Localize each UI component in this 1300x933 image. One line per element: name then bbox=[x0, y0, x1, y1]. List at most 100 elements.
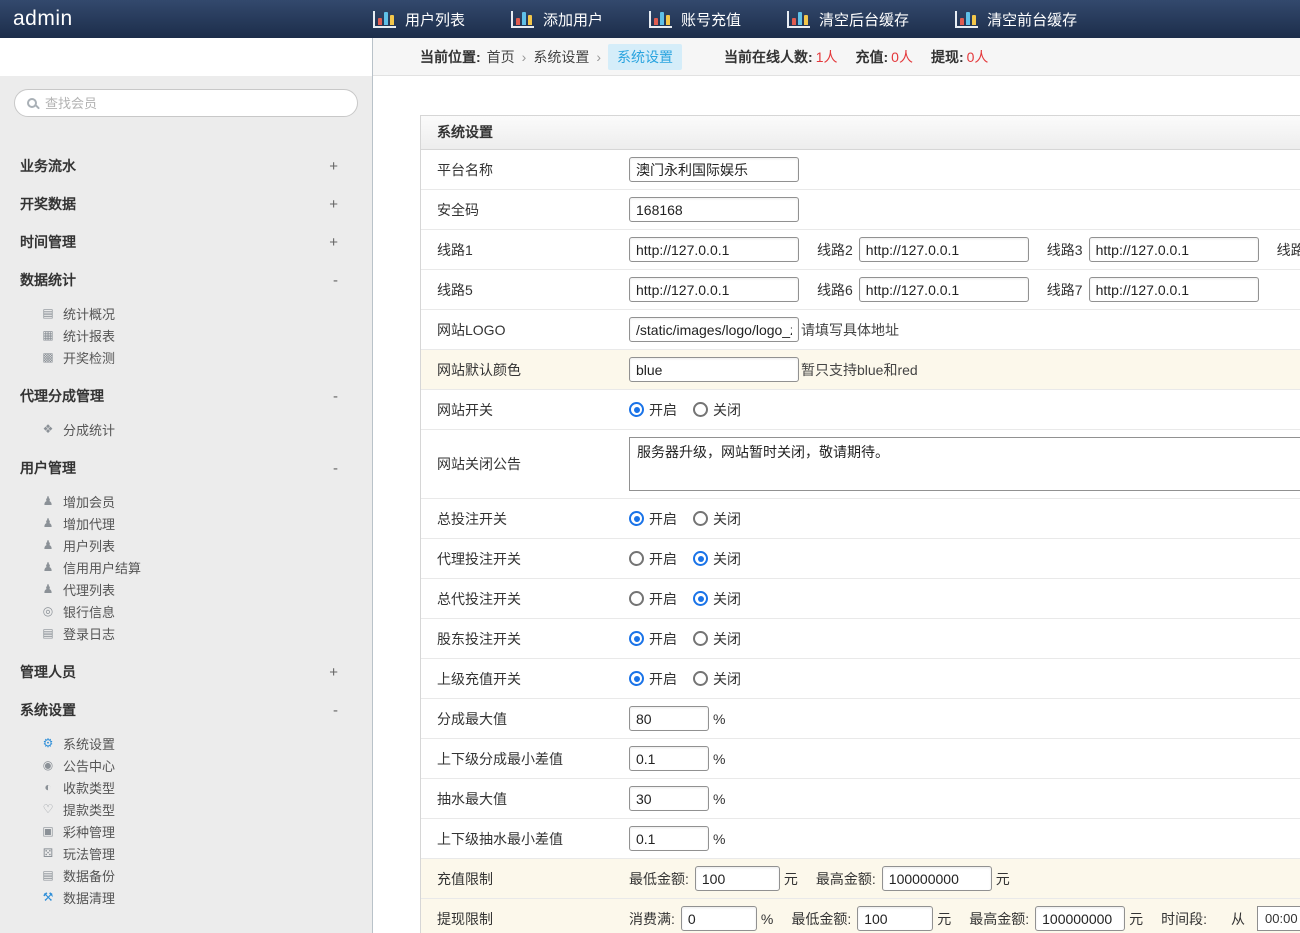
breadcrumb-item[interactable]: 系统设置 bbox=[608, 44, 682, 70]
breadcrumb-item[interactable]: 首页 bbox=[487, 47, 515, 67]
form-row: 上下级分成最小差值% bbox=[421, 739, 1300, 779]
radio-option[interactable]: 开启 bbox=[629, 589, 677, 609]
sidebar-item[interactable]: ◉公告中心 bbox=[0, 754, 372, 776]
radio-button[interactable] bbox=[693, 631, 708, 646]
sidebar-item[interactable]: ♟代理列表 bbox=[0, 578, 372, 600]
text-input[interactable] bbox=[1089, 237, 1259, 262]
radio-option[interactable]: 关闭 bbox=[693, 669, 741, 689]
sidebar-item[interactable]: ▦统计报表 bbox=[0, 324, 372, 346]
radio-option[interactable]: 关闭 bbox=[693, 589, 741, 609]
expand-icon[interactable]: + bbox=[329, 158, 338, 175]
sidebar-section-3[interactable]: 时间管理+ bbox=[0, 223, 372, 261]
text-input[interactable] bbox=[629, 277, 799, 302]
text-input[interactable] bbox=[857, 906, 933, 931]
sidebar-item[interactable]: ◎银行信息 bbox=[0, 600, 372, 622]
sidebar-section-4[interactable]: 数据统计- bbox=[0, 261, 372, 299]
sidebar-item[interactable]: ▤数据备份 bbox=[0, 864, 372, 886]
radio-button[interactable] bbox=[629, 402, 644, 417]
unit-label: % bbox=[713, 751, 725, 767]
radio-button[interactable] bbox=[693, 511, 708, 526]
text-input[interactable] bbox=[629, 357, 799, 382]
sidebar-section-5[interactable]: 代理分成管理- bbox=[0, 377, 372, 415]
radio-button[interactable] bbox=[629, 551, 644, 566]
expand-icon[interactable]: + bbox=[329, 234, 338, 251]
radio-button[interactable] bbox=[693, 591, 708, 606]
radio-button[interactable] bbox=[629, 631, 644, 646]
collapse-icon[interactable]: - bbox=[333, 460, 338, 477]
sidebar-section-6[interactable]: 用户管理- bbox=[0, 449, 372, 487]
form-row-label: 网站默认颜色 bbox=[437, 360, 629, 380]
radio-button[interactable] bbox=[693, 551, 708, 566]
text-input[interactable] bbox=[629, 197, 799, 222]
sidebar-item[interactable]: ⚒数据清理 bbox=[0, 886, 372, 908]
sidebar-item[interactable]: ▤统计概况 bbox=[0, 302, 372, 324]
text-input[interactable] bbox=[1089, 277, 1259, 302]
member-search-box[interactable] bbox=[14, 89, 358, 117]
topbar-item-3[interactable]: 账号充值 bbox=[649, 9, 741, 30]
sidebar-item[interactable]: ▣彩种管理 bbox=[0, 820, 372, 842]
text-input[interactable] bbox=[695, 866, 780, 891]
sidebar-item[interactable]: ⚄玩法管理 bbox=[0, 842, 372, 864]
search-input[interactable] bbox=[45, 96, 345, 111]
collapse-icon[interactable]: - bbox=[333, 388, 338, 405]
breadcrumb-item[interactable]: 系统设置 bbox=[533, 47, 589, 67]
radio-option[interactable]: 开启 bbox=[629, 509, 677, 529]
radio-option[interactable]: 关闭 bbox=[693, 549, 741, 569]
form-row-fields bbox=[629, 190, 1300, 229]
notice-textarea[interactable] bbox=[629, 437, 1300, 491]
collapse-icon[interactable]: - bbox=[333, 272, 338, 289]
sidebar-section-7[interactable]: 管理人员+ bbox=[0, 653, 372, 691]
sidebar-item[interactable]: ♟用户列表 bbox=[0, 534, 372, 556]
radio-option[interactable]: 开启 bbox=[629, 400, 677, 420]
sidebar-item-label: 彩种管理 bbox=[63, 822, 115, 841]
sidebar-item[interactable]: ♟增加代理 bbox=[0, 512, 372, 534]
sidebar-item[interactable]: ♡提款类型 bbox=[0, 798, 372, 820]
radio-option[interactable]: 关闭 bbox=[693, 509, 741, 529]
radio-option[interactable]: 开启 bbox=[629, 669, 677, 689]
sidebar-section-1[interactable]: 业务流水+ bbox=[0, 147, 372, 185]
sidebar-item[interactable]: ♟信用用户结算 bbox=[0, 556, 372, 578]
text-input[interactable] bbox=[629, 706, 709, 731]
collapse-icon[interactable]: - bbox=[333, 702, 338, 719]
form-row-fields: 开启关闭 bbox=[629, 662, 1300, 696]
radio-group: 开启关闭 bbox=[629, 589, 757, 609]
sidebar-section-2[interactable]: 开奖数据+ bbox=[0, 185, 372, 223]
expand-icon[interactable]: + bbox=[329, 664, 338, 681]
radio-button[interactable] bbox=[629, 511, 644, 526]
sidebar-section-8[interactable]: 系统设置- bbox=[0, 691, 372, 729]
text-input[interactable] bbox=[629, 826, 709, 851]
text-input[interactable] bbox=[629, 786, 709, 811]
radio-button[interactable] bbox=[693, 671, 708, 686]
main-area: 系统设置 平台名称安全码线路1线路2线路3线路4线路5线路6线路7网站LOGO请… bbox=[373, 76, 1300, 933]
radio-option[interactable]: 开启 bbox=[629, 629, 677, 649]
sidebar-item[interactable]: ⚙系统设置 bbox=[0, 732, 372, 754]
text-input[interactable] bbox=[629, 237, 799, 262]
radio-option[interactable]: 关闭 bbox=[693, 400, 741, 420]
radio-button[interactable] bbox=[629, 591, 644, 606]
topbar-item-2[interactable]: 添加用户 bbox=[511, 9, 603, 30]
text-input[interactable] bbox=[629, 746, 709, 771]
radio-button[interactable] bbox=[693, 402, 708, 417]
radio-option[interactable]: 开启 bbox=[629, 549, 677, 569]
radio-button[interactable] bbox=[629, 671, 644, 686]
sidebar-item[interactable]: ▩开奖检测 bbox=[0, 346, 372, 368]
sidebar-item[interactable]: ◐收款类型 bbox=[0, 776, 372, 798]
sidebar-item[interactable]: ❖分成统计 bbox=[0, 418, 372, 440]
expand-icon[interactable]: + bbox=[329, 196, 338, 213]
form-row: 股东投注开关开启关闭 bbox=[421, 619, 1300, 659]
topbar-item-5[interactable]: 清空前台缓存 bbox=[955, 9, 1077, 30]
sidebar-item[interactable]: ▤登录日志 bbox=[0, 622, 372, 644]
sidebar-item[interactable]: ♟增加会员 bbox=[0, 490, 372, 512]
time-select[interactable]: 00:00▾ bbox=[1257, 906, 1300, 931]
text-input[interactable] bbox=[859, 277, 1029, 302]
text-input[interactable] bbox=[681, 906, 757, 931]
topbar-item-1[interactable]: 用户列表 bbox=[373, 9, 465, 30]
sidebar-item-label: 收款类型 bbox=[63, 778, 115, 797]
text-input[interactable] bbox=[1035, 906, 1125, 931]
text-input[interactable] bbox=[629, 157, 799, 182]
topbar-item-4[interactable]: 清空后台缓存 bbox=[787, 9, 909, 30]
text-input[interactable] bbox=[859, 237, 1029, 262]
text-input[interactable] bbox=[882, 866, 992, 891]
text-input[interactable] bbox=[629, 317, 799, 342]
radio-option[interactable]: 关闭 bbox=[693, 629, 741, 649]
